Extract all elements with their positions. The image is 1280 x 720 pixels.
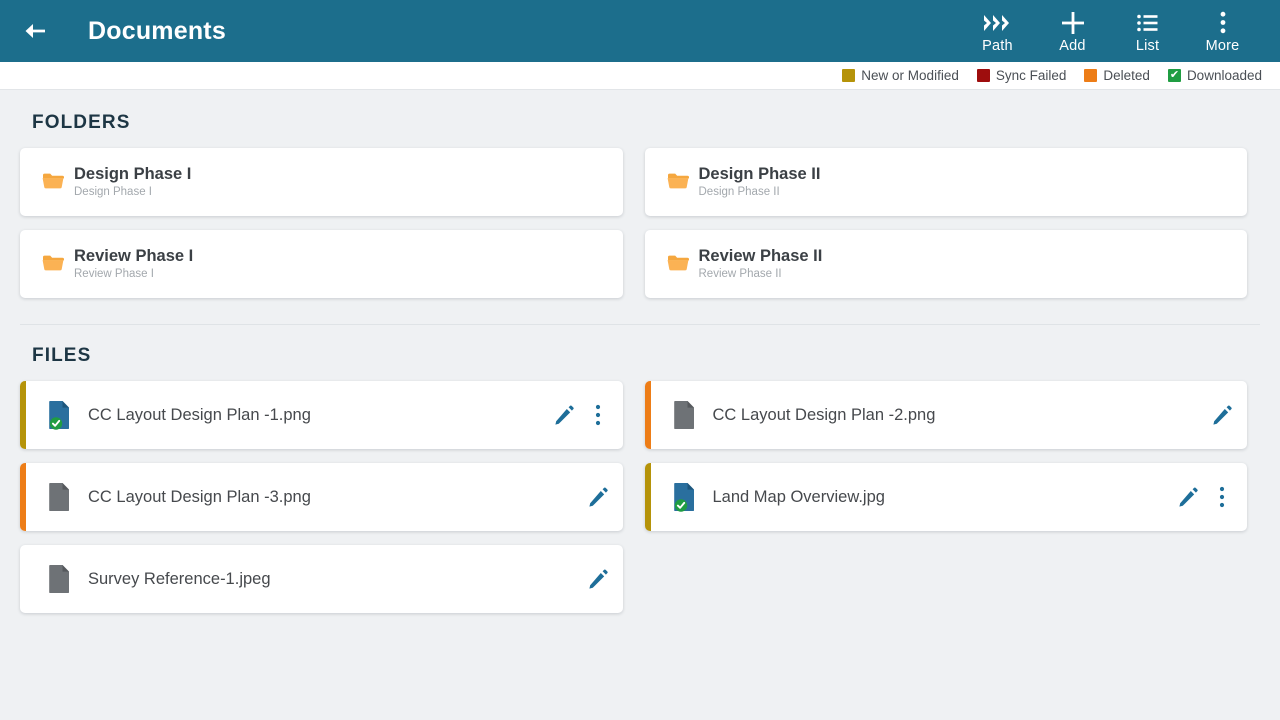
file-actions [539, 402, 609, 428]
file-body: CC Layout Design Plan -2.png [651, 381, 1248, 449]
folder-name: Design Phase I [74, 165, 192, 184]
list-icon [1136, 10, 1160, 36]
folder-subtitle: Design Phase II [698, 186, 780, 199]
file-card[interactable]: Land Map Overview.jpg [644, 463, 1248, 531]
arrow-left-icon [25, 24, 45, 38]
file-card[interactable]: CC Layout Design Plan -3.png [20, 463, 623, 531]
file-card[interactable]: CC Layout Design Plan -2.png [644, 381, 1248, 449]
file-name: Land Map Overview.jpg [712, 487, 885, 506]
add-button[interactable]: Add [1035, 8, 1110, 54]
file-name: Survey Reference-1.jpeg [88, 569, 271, 588]
folder-card[interactable]: Review Phase II Review Phase II [644, 230, 1247, 298]
app-bar: Documents Path Add List More [0, 0, 1280, 62]
legend-swatch-new-or-modified [842, 69, 856, 82]
pencil-icon[interactable] [1177, 484, 1199, 510]
folder-name: Review Phase II [698, 247, 823, 266]
folder-card[interactable]: Review Phase I Review Phase I [20, 230, 623, 298]
folder-text: Review Phase II Review Phase II [699, 247, 823, 281]
file-icon [48, 564, 72, 594]
file-body: Land Map Overview.jpg [651, 463, 1248, 531]
file-actions [1197, 402, 1233, 428]
folder-subtitle: Review Phase II [698, 268, 782, 281]
legend-label-sync-failed: Sync Failed [995, 68, 1067, 83]
path-label: Path [982, 38, 1013, 54]
file-body: CC Layout Design Plan -3.png [26, 463, 623, 531]
folder-card[interactable]: Design Phase II Design Phase II [644, 148, 1247, 216]
path-chevrons-icon [982, 10, 1014, 36]
plus-icon [1060, 10, 1086, 36]
file-icon [673, 482, 697, 512]
pencil-icon[interactable] [1211, 402, 1233, 428]
legend-label-deleted: Deleted [1103, 68, 1150, 83]
more-label: More [1205, 38, 1240, 54]
status-legend: New or Modified Sync Failed Deleted ✔ Do… [0, 62, 1280, 90]
file-icon [673, 400, 697, 430]
add-label: Add [1059, 38, 1086, 54]
legend-item-deleted: Deleted [1084, 68, 1150, 83]
folder-text: Design Phase II Design Phase II [699, 165, 821, 199]
folder-icon [42, 254, 64, 277]
folder-subtitle: Review Phase I [74, 268, 154, 281]
more-vertical-icon[interactable] [1211, 484, 1233, 510]
legend-swatch-sync-failed [976, 69, 990, 82]
folder-subtitle: Design Phase I [74, 186, 152, 199]
file-card[interactable]: CC Layout Design Plan -1.png [20, 381, 623, 449]
file-name: CC Layout Design Plan -1.png [88, 405, 311, 424]
path-button[interactable]: Path [960, 8, 1035, 54]
pencil-icon[interactable] [587, 566, 609, 592]
more-vertical-icon [1219, 10, 1227, 36]
appbar-actions: Path Add List More [960, 8, 1266, 54]
folder-icon [667, 172, 689, 195]
legend-label-downloaded: Downloaded [1186, 68, 1262, 83]
folder-name: Review Phase I [74, 247, 194, 266]
file-icon [48, 482, 72, 512]
file-name: CC Layout Design Plan -3.png [88, 487, 311, 506]
file-actions [573, 566, 609, 592]
folders-section-title: FOLDERS [32, 112, 131, 133]
folder-icon [667, 254, 689, 277]
folder-name: Design Phase II [698, 165, 821, 184]
legend-label-new-or-modified: New or Modified [861, 68, 959, 83]
file-icon [48, 400, 72, 430]
file-body: CC Layout Design Plan -1.png [26, 381, 623, 449]
check-icon: ✔ [1167, 69, 1181, 82]
files-grid: CC Layout Design Plan -1.png CC Layout D… [0, 367, 1280, 613]
pencil-icon[interactable] [587, 484, 609, 510]
list-button[interactable]: List [1110, 8, 1185, 54]
file-actions [573, 484, 609, 510]
file-body: Survey Reference-1.jpeg [26, 545, 623, 613]
back-button[interactable] [18, 14, 52, 48]
legend-swatch-deleted [1084, 69, 1098, 82]
pencil-icon[interactable] [553, 402, 575, 428]
folder-card[interactable]: Design Phase I Design Phase I [20, 148, 623, 216]
content-scroll-area[interactable]: FOLDERS Design Phase I Design Phase I De… [0, 90, 1280, 720]
page-title: Documents [88, 16, 226, 45]
more-vertical-icon[interactable] [587, 402, 609, 428]
legend-item-new-or-modified: New or Modified [842, 68, 959, 83]
folder-text: Review Phase I Review Phase I [74, 247, 193, 281]
files-section-title: FILES [32, 345, 92, 366]
folder-icon [42, 172, 64, 195]
list-label: List [1135, 38, 1160, 54]
file-actions [1163, 484, 1233, 510]
legend-item-sync-failed: Sync Failed [976, 68, 1067, 83]
file-card[interactable]: Survey Reference-1.jpeg [20, 545, 623, 613]
folders-grid: Design Phase I Design Phase I Design Pha… [0, 134, 1280, 298]
folder-text: Design Phase I Design Phase I [74, 165, 191, 199]
file-name: CC Layout Design Plan -2.png [712, 405, 936, 424]
more-button[interactable]: More [1185, 8, 1260, 54]
legend-item-downloaded: ✔ Downloaded [1167, 68, 1262, 83]
